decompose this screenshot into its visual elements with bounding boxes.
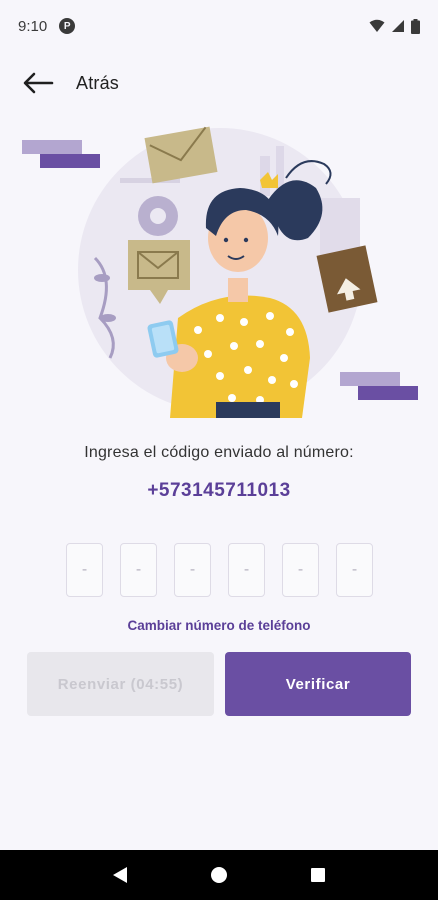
- back-triangle-icon: [112, 867, 127, 883]
- code-digit-input[interactable]: -: [336, 543, 373, 597]
- home-circle-icon: [210, 867, 227, 883]
- arrow-left-icon: [23, 72, 54, 94]
- code-digit-input[interactable]: -: [174, 543, 211, 597]
- status-time: 9:10: [18, 17, 48, 35]
- change-phone-number-link[interactable]: Cambiar número de teléfono: [0, 618, 438, 633]
- code-digit-input[interactable]: -: [282, 543, 319, 597]
- decor-bar-left-light: [22, 140, 82, 154]
- resend-code-button[interactable]: Reenviar (04:55): [27, 652, 214, 716]
- notification-app-icon: P: [59, 18, 76, 34]
- code-digit-input[interactable]: -: [228, 543, 265, 597]
- verify-button[interactable]: Verificar: [225, 652, 411, 716]
- top-bar: Atrás: [0, 60, 438, 106]
- recents-square-icon: [311, 868, 326, 882]
- code-digit-input[interactable]: -: [120, 543, 157, 597]
- status-bar: 9:10 P: [0, 0, 438, 52]
- decor-bar-right-dark: [358, 386, 418, 400]
- verification-illustration: [22, 126, 418, 418]
- nav-back-button[interactable]: [100, 855, 140, 895]
- back-button[interactable]: Atrás: [0, 60, 119, 106]
- system-navigation-bar: [0, 850, 438, 900]
- battery-icon: [411, 18, 420, 34]
- code-input-row: - - - - - -: [66, 543, 373, 597]
- code-digit-input[interactable]: -: [66, 543, 103, 597]
- decor-bar-left-dark: [40, 154, 100, 168]
- back-label: Atrás: [76, 72, 120, 93]
- phone-number: +573145711013: [147, 480, 291, 501]
- decor-bar-right-light: [340, 372, 400, 386]
- verification-prompt: Ingresa el código enviado al número:: [84, 444, 354, 461]
- status-icons: [369, 18, 420, 34]
- wifi-icon: [369, 19, 385, 32]
- signal-icon: [392, 20, 404, 32]
- nav-recents-button[interactable]: [298, 855, 338, 895]
- nav-home-button[interactable]: [199, 855, 239, 895]
